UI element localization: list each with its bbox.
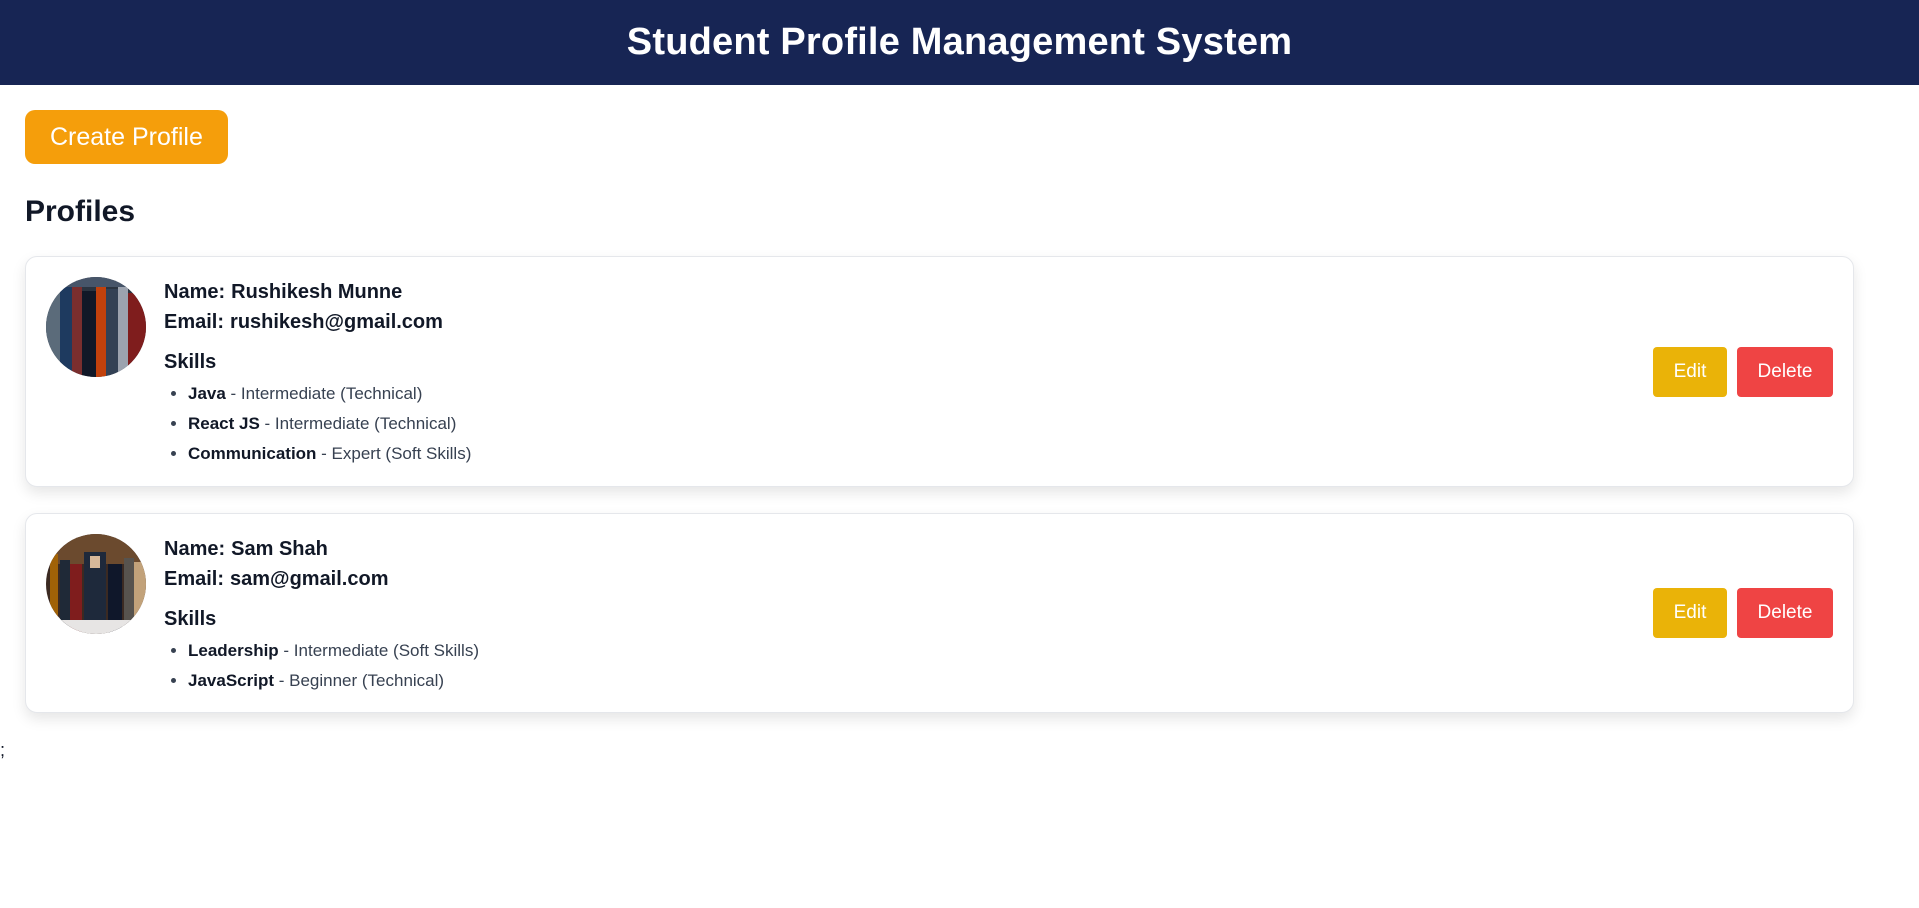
skill-item: JavaScript - Beginner (Technical) [188,666,1833,696]
profile-name: Name: Rushikesh Munne [164,277,1833,307]
app-header: Student Profile Management System [0,0,1919,85]
avatar-image [46,277,146,377]
skills-heading: Skills [164,608,217,630]
email-value: rushikesh@gmail.com [230,311,443,333]
avatar-image [46,534,146,634]
skill-name: React JS [188,414,260,433]
profile-email: Email: sam@gmail.com [164,564,1833,594]
edit-button[interactable]: Edit [1653,588,1727,638]
skill-name: Java [188,384,226,403]
skill-item: Communication - Expert (Soft Skills) [188,439,1833,469]
avatar [46,277,146,377]
profile-name: Name: Sam Shah [164,534,1833,564]
delete-button[interactable]: Delete [1737,588,1833,638]
main-content: Create Profile Profiles Name: Rushikesh M… [0,85,1919,713]
create-profile-button[interactable]: Create Profile [25,110,228,164]
email-value: sam@gmail.com [230,568,389,590]
email-label: Email: [164,311,225,333]
delete-button[interactable]: Delete [1737,346,1833,397]
skill-name: JavaScript [188,671,274,690]
skill-item: Java - Intermediate (Technical) [188,379,1833,409]
skill-detail: - Expert (Soft Skills) [316,444,472,463]
name-label: Name: [164,538,226,560]
stray-text: ; [0,740,6,760]
skill-item: Leadership - Intermediate (Soft Skills) [188,636,1833,666]
profile-actions: Edit Delete [1653,346,1833,397]
profile-card: Name: Rushikesh Munne Email: rushikesh@gma… [25,256,1854,487]
page-title: Student Profile Management System [626,21,1293,63]
email-label: Email: [164,568,225,590]
skill-detail: - Beginner (Technical) [274,671,445,690]
skill-item: React JS - Intermediate (Technical) [188,409,1833,439]
skill-name: Communication [188,444,317,463]
name-value: Sam Shah [231,538,328,560]
skills-list: Leadership - Intermediate (Soft Skills) … [164,636,1833,696]
skills-heading: Skills [164,351,217,373]
skill-name: Leadership [188,641,279,660]
profile-actions: Edit Delete [1653,588,1833,638]
name-value: Rushikesh Munne [231,281,403,303]
profiles-heading: Profiles [25,195,136,228]
profile-card: Name: Sam Shah Email: sam@gmail.com Skills… [25,513,1854,713]
skill-detail: - Intermediate (Soft Skills) [278,641,479,660]
skill-detail: - Intermediate (Technical) [259,414,457,433]
profile-email: Email: rushikesh@gmail.com [164,307,1833,337]
profile-info: Name: Rushikesh Munne Email: rushikesh@gma… [164,277,1833,469]
name-label: Name: [164,281,226,303]
skills-list: Java - Intermediate (Technical) React JS… [164,379,1833,469]
avatar [46,534,146,634]
profile-info: Name: Sam Shah Email: sam@gmail.com Skills… [164,534,1833,696]
skill-detail: - Intermediate (Technical) [225,384,423,403]
edit-button[interactable]: Edit [1653,346,1727,397]
